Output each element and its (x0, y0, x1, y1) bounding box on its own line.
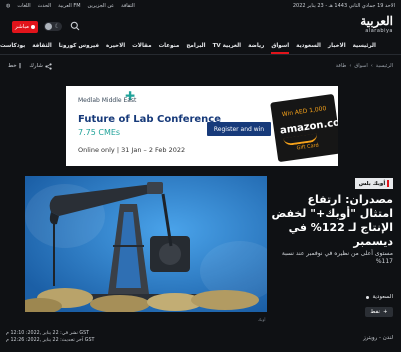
breadcrumb: الرئيسية › اسواق › طاقة (336, 63, 393, 69)
nav-item-saudi[interactable]: السعودية (296, 43, 321, 49)
gift-card-image: Win AED 1,000 amazon.com Gift Card (270, 93, 338, 163)
theme-toggle[interactable]: ☾ (44, 22, 62, 31)
nav-item-sports[interactable]: رياضة (248, 43, 264, 49)
advertisement-banner[interactable]: ✚ Medlab Middle East Future of Lab Confe… (66, 86, 338, 166)
topic-chip-label: نفط (370, 309, 380, 315)
article-headline: مصدران: ارتفاع امتثال "أوبك+" لخفض الإنت… (271, 193, 393, 248)
font-label: خط (8, 63, 17, 69)
topbar-link-languages[interactable]: اللغات (17, 3, 30, 9)
nav-item-podcast[interactable]: بودكاست (0, 43, 25, 49)
photo-credit: أوبك (258, 317, 266, 322)
ad-dates: Online only | 31 Jan – 2 Feb 2022 (78, 146, 186, 154)
nav-item-tv[interactable]: العربية TV (213, 43, 242, 49)
breadcrumb-separator: › (349, 63, 352, 69)
main-nav: الرئيسية الاخبار السعودية اسواق رياضة ال… (0, 37, 401, 55)
breadcrumb-separator: › (370, 63, 373, 69)
globe-icon: ◍ (6, 3, 11, 9)
oil-pump-image (25, 176, 267, 312)
ad-company: Medlab Middle East (78, 97, 137, 104)
nav-item-news[interactable]: الاخبار (328, 43, 346, 49)
topbar-date: الاحد 19 جمادي الثاني 1443 هـ - 23 يناير… (293, 3, 395, 9)
topbar-link-culture[interactable]: الثقافة (121, 3, 135, 9)
logo-arabic: العربية (360, 14, 393, 28)
tag-accent-bar (387, 180, 390, 187)
location-dot-icon (366, 295, 370, 299)
page: ◍ اللغات الحدث العربية FM عن الجزيرين ال… (0, 0, 401, 352)
nav-item-culture[interactable]: الثقافة (32, 43, 51, 49)
share-button[interactable]: شارك (29, 62, 52, 70)
article-actions: خط ‖ شارك (8, 62, 52, 70)
moon-icon: ☾ (54, 23, 60, 30)
nav-item-home[interactable]: الرئيسية (353, 43, 376, 49)
nav-item-variety[interactable]: منوعات (159, 43, 180, 49)
live-label: مباشر (15, 24, 29, 30)
site-logo[interactable]: العربية alarabiya (333, 15, 393, 37)
gift-brand-text: amazon.com (279, 115, 338, 137)
article-timestamps: نشر في: 22 يناير ,2022: 12:10 م GST آخر … (6, 331, 94, 344)
gift-win-text: Win AED 1,000 (281, 105, 327, 119)
topic-chip[interactable]: نفط + (365, 307, 393, 317)
topbar-link-about[interactable]: عن الجزيرين (88, 3, 115, 9)
share-icon (45, 62, 52, 70)
topbar-link-fm[interactable]: العربية FM (58, 3, 80, 9)
breadcrumb-home[interactable]: الرئيسية (376, 63, 393, 69)
font-size-button[interactable]: خط ‖ (8, 63, 21, 69)
category-tag[interactable]: أوبك بلس (355, 178, 393, 189)
ad-cmes: 7.75 CMEs (78, 128, 121, 137)
updated-time: آخر تحديث: 22 يناير ,2022: 12:26 م GST (6, 337, 95, 343)
nav-item-articles[interactable]: مقالات (132, 43, 151, 49)
share-label: شارك (29, 63, 43, 69)
font-size-icon: ‖ (18, 63, 22, 69)
breadcrumb-bar: خط ‖ شارك الرئيسية › اسواق › طاقة (0, 58, 401, 74)
toggle-knob (45, 23, 52, 30)
breadcrumb-markets[interactable]: اسواق (354, 63, 367, 69)
live-dot-icon (30, 25, 35, 29)
search-icon[interactable] (70, 21, 80, 31)
ad-register-button[interactable]: Register and win (207, 122, 271, 136)
nav-item-corona[interactable]: فيروس كورونا (59, 43, 99, 49)
breadcrumb-energy[interactable]: طاقة (336, 63, 347, 69)
country-text: السعودية (372, 294, 393, 300)
country-label[interactable]: السعودية (366, 294, 393, 300)
logo-latin: alarabiya (365, 28, 393, 34)
tag-label: أوبك بلس (358, 180, 386, 187)
top-utility-bar: ◍ اللغات الحدث العربية FM عن الجزيرين ال… (0, 0, 401, 12)
nav-item-programs[interactable]: البرامج (186, 43, 205, 49)
topbar-links: ◍ اللغات الحدث العربية FM عن الجزيرين ال… (6, 3, 135, 9)
plus-icon: + (382, 309, 388, 315)
article-source: لندن - رويترز (363, 335, 393, 341)
article-subheadline: مستوى أعلى من نظيره في نوفمبر عند نسبة 1… (281, 250, 393, 265)
published-time: نشر في: 22 يناير ,2022: 12:10 م GST (6, 331, 90, 336)
ad-title: Future of Lab Conference (78, 114, 222, 125)
live-button[interactable]: مباشر (12, 21, 38, 33)
nav-item-last[interactable]: الاخيرة (106, 43, 125, 49)
nav-item-markets[interactable]: اسواق (271, 43, 289, 54)
topbar-link-alhadath[interactable]: الحدث (38, 3, 51, 9)
header: مباشر ☾ العربية alarabiya (0, 13, 401, 37)
article-photo[interactable] (25, 176, 267, 312)
current-date: الاحد 19 جمادي الثاني 1443 هـ - 23 يناير… (292, 3, 395, 9)
